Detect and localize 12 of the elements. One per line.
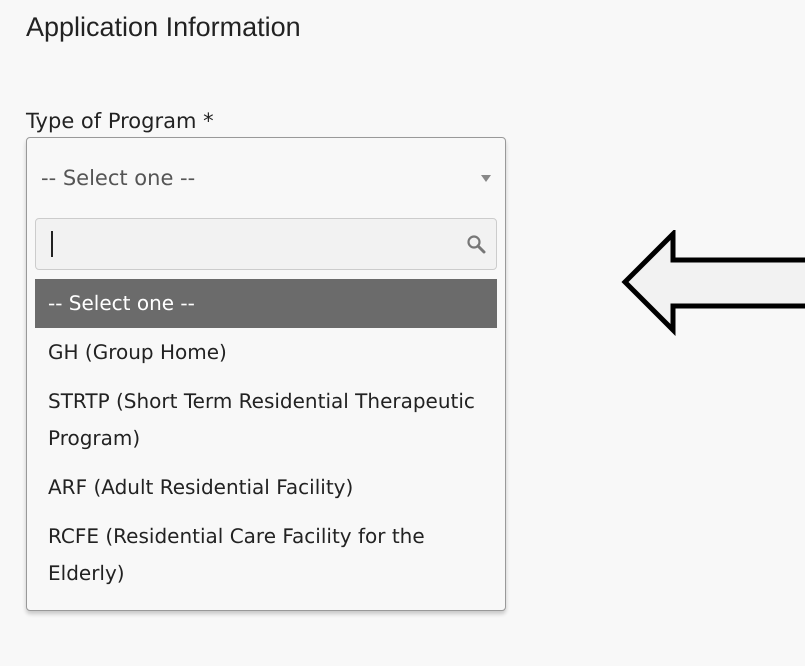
caret-icon bbox=[481, 174, 491, 182]
search-icon bbox=[466, 234, 486, 254]
dropdown-option[interactable]: GH (Group Home) bbox=[35, 328, 497, 377]
dropdown-option[interactable]: ARF (Adult Residential Facility) bbox=[35, 463, 497, 512]
dropdown-option[interactable]: STRTP (Short Term Residential Therapeutic Program) bbox=[35, 377, 497, 463]
dropdown-option[interactable]: RCFE (Residential Care Facility for the Elderly) bbox=[35, 512, 497, 598]
section-title: Application Information bbox=[26, 12, 302, 43]
program-select[interactable]: -- Select one -- bbox=[35, 138, 497, 218]
text-cursor bbox=[51, 231, 53, 257]
dropdown-option[interactable]: -- Select one -- bbox=[35, 279, 497, 328]
search-field[interactable] bbox=[35, 218, 497, 270]
field-label: Type of Program * bbox=[26, 108, 215, 135]
